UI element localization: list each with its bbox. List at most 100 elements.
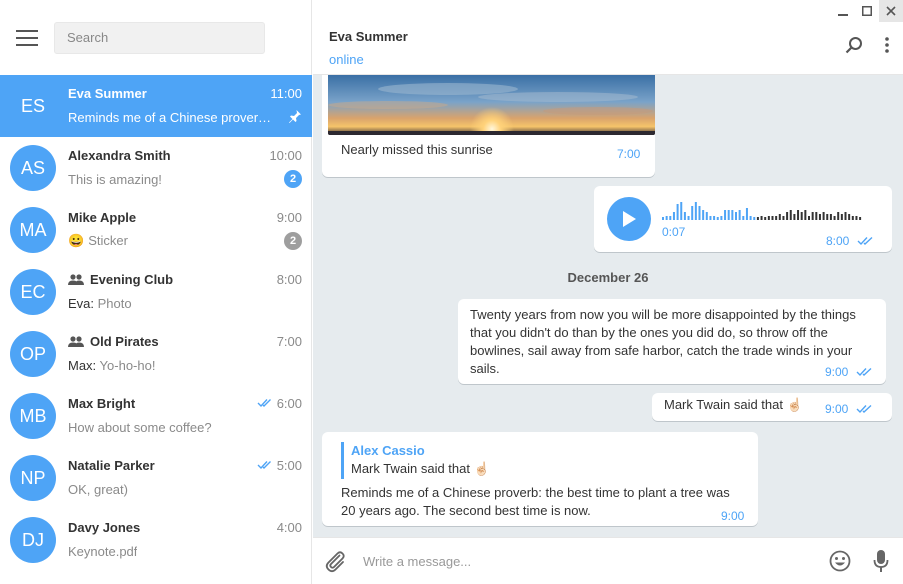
waveform-bar bbox=[764, 217, 767, 220]
waveform-bar bbox=[818, 214, 821, 220]
chat-item-evening-club[interactable]: EC Evening Club 8:00 Eva: Photo bbox=[0, 261, 312, 323]
close-icon[interactable] bbox=[879, 0, 903, 22]
chat-time: 5:00 bbox=[257, 458, 302, 473]
search-input[interactable]: Search bbox=[54, 21, 265, 54]
avatar: MA bbox=[10, 207, 56, 253]
chat-preview: How about some coffee? bbox=[68, 419, 212, 435]
photo-message[interactable]: Nearly missed this sunrise 7:00 bbox=[322, 75, 655, 177]
avatar: AS bbox=[10, 145, 56, 191]
message-time-text: 9:00 bbox=[825, 402, 849, 416]
search-icon[interactable] bbox=[845, 36, 863, 54]
chat-item-alexandra-smith[interactable]: AS Alexandra Smith 10:00 This is amazing… bbox=[0, 137, 312, 199]
message-text: Mark Twain said that ☝🏻 bbox=[664, 397, 803, 413]
date-separator: December 26 bbox=[567, 270, 649, 285]
chat-item-eva-summer[interactable]: ES Eva Summer 11:00 Reminds me of a Chin… bbox=[0, 75, 312, 137]
peer-name[interactable]: Eva Summer bbox=[329, 29, 903, 44]
voice-duration: 0:07 bbox=[662, 225, 686, 239]
attach-icon[interactable] bbox=[323, 549, 347, 573]
more-vertical-icon[interactable] bbox=[885, 37, 889, 53]
chat-preview: 😀 Sticker bbox=[68, 233, 128, 249]
voice-message: 0:07 8:00 bbox=[594, 186, 892, 252]
waveform-bar bbox=[797, 210, 800, 220]
double-check-icon bbox=[856, 404, 872, 414]
waveform-bar bbox=[789, 210, 792, 220]
chat-header: Eva Summer online bbox=[313, 0, 903, 75]
chat-item-max-bright[interactable]: MB Max Bright 6:00 How about some coffee… bbox=[0, 385, 312, 447]
outgoing-message[interactable]: Twenty years from now you will be more d… bbox=[458, 299, 886, 384]
waveform-bar bbox=[745, 208, 748, 220]
photo-caption: Nearly missed this sunrise bbox=[341, 142, 493, 157]
sticker-emoji: 😀 bbox=[68, 233, 85, 248]
chat-name: Old Pirates bbox=[68, 334, 159, 349]
hamburger-menu-icon[interactable] bbox=[16, 29, 38, 46]
message-time: 9:00 bbox=[825, 402, 874, 416]
chat-preview: Reminds me of a Chinese proverb: the bes… bbox=[68, 109, 278, 125]
chat-name: Davy Jones bbox=[68, 519, 141, 535]
waveform-bar bbox=[694, 202, 697, 220]
double-check-icon bbox=[857, 236, 873, 246]
waveform-bar bbox=[665, 216, 668, 220]
chat-item-old-pirates[interactable]: OP Old Pirates 7:00 Max: Yo-ho-ho! bbox=[0, 323, 312, 385]
waveform-bar bbox=[735, 212, 737, 220]
sunset-photo[interactable] bbox=[328, 75, 655, 135]
maximize-icon[interactable] bbox=[855, 0, 879, 22]
waveform-bar bbox=[840, 214, 843, 220]
waveform-bar bbox=[698, 206, 701, 220]
waveform-bar bbox=[855, 216, 858, 220]
waveform-bar bbox=[826, 214, 829, 220]
chat-time: 6:00 bbox=[257, 396, 302, 411]
chat-name: Max Bright bbox=[68, 395, 136, 411]
avatar: DJ bbox=[10, 517, 56, 563]
double-check-icon bbox=[257, 398, 273, 408]
waveform-bar bbox=[808, 216, 810, 220]
waveform-bar bbox=[786, 212, 789, 220]
waveform-bar bbox=[756, 217, 759, 220]
preview-sender: Eva: bbox=[68, 295, 95, 311]
waveform-bar bbox=[778, 214, 781, 220]
waveform-bar bbox=[859, 217, 862, 220]
chat-name: Evening Club bbox=[68, 272, 173, 287]
message-input[interactable]: Write a message... bbox=[363, 554, 829, 569]
message-time: 8:00 bbox=[826, 234, 875, 248]
waveform-bar bbox=[713, 216, 716, 220]
waveform-bar bbox=[727, 210, 730, 220]
reply-author[interactable]: Alex Cassio bbox=[351, 443, 425, 458]
reply-quoted-text: Mark Twain said that ☝🏻 bbox=[351, 461, 490, 477]
waveform-bar bbox=[822, 212, 825, 220]
outgoing-message[interactable]: Mark Twain said that ☝🏻 9:00 bbox=[652, 393, 892, 421]
chat-item-mike-apple[interactable]: MA Mike Apple 9:00 😀 Sticker 2 bbox=[0, 199, 312, 261]
waveform-bar bbox=[669, 216, 672, 220]
chat-time-text: 5:00 bbox=[276, 457, 302, 473]
chat-preview-text: Yo-ho-ho! bbox=[96, 357, 156, 373]
waveform-bar bbox=[683, 212, 686, 220]
chat-preview: OK, great) bbox=[68, 481, 128, 497]
chat-name: Mike Apple bbox=[68, 209, 137, 225]
waveform-bar bbox=[804, 210, 807, 220]
chat-panel: Eva Summer online Nearly missed this sun… bbox=[313, 0, 903, 584]
play-button[interactable] bbox=[607, 197, 651, 241]
incoming-reply-message[interactable]: Alex Cassio Mark Twain said that ☝🏻 Remi… bbox=[322, 432, 758, 526]
chat-preview: Keynote.pdf bbox=[68, 543, 138, 559]
waveform[interactable] bbox=[662, 198, 864, 220]
avatar: OP bbox=[10, 331, 56, 377]
waveform-bar bbox=[709, 216, 712, 220]
minimize-icon[interactable] bbox=[831, 0, 855, 22]
chat-time: 10:00 bbox=[269, 147, 302, 163]
chat-preview: This is amazing! bbox=[68, 171, 162, 187]
emoji-icon[interactable] bbox=[829, 550, 851, 572]
chat-preview-text: Sticker bbox=[88, 233, 128, 248]
chat-item-natalie-parker[interactable]: NP Natalie Parker 5:00 OK, great) bbox=[0, 447, 312, 509]
chat-preview: Eva: Photo bbox=[68, 296, 132, 311]
chat-item-davy-jones[interactable]: DJ Davy Jones 4:00 Keynote.pdf bbox=[0, 509, 312, 571]
waveform-bar bbox=[844, 212, 847, 220]
waveform-bar bbox=[691, 206, 694, 220]
reply-quoted-content: Mark Twain said that bbox=[351, 461, 470, 476]
waveform-bar bbox=[742, 216, 745, 220]
play-icon bbox=[623, 211, 636, 227]
waveform-bar bbox=[672, 212, 675, 220]
waveform-bar bbox=[815, 212, 818, 220]
sidebar-header: Search bbox=[0, 0, 311, 75]
chat-name: Natalie Parker bbox=[68, 457, 155, 473]
peer-status: online bbox=[329, 52, 364, 67]
microphone-icon[interactable] bbox=[873, 549, 889, 573]
